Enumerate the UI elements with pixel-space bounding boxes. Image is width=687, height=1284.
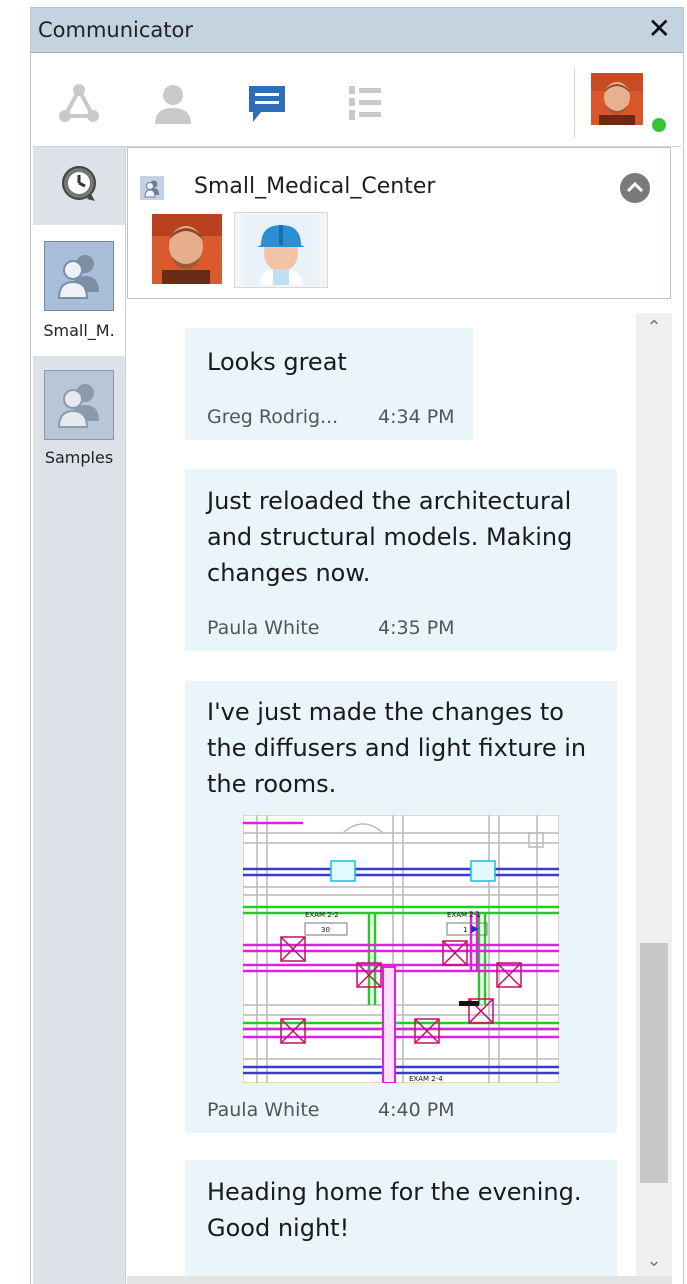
message-author: Paula White xyxy=(207,617,320,639)
conversation-tab-small-medical[interactable]: Small_M. xyxy=(33,225,125,356)
message-text: Heading home for the evening. Good night… xyxy=(207,1178,582,1242)
collapse-button[interactable] xyxy=(619,172,651,204)
message-bubble: Heading home for the evening. Good night… xyxy=(185,1160,617,1284)
scroll-thumb[interactable] xyxy=(640,943,668,1183)
conversation-sidebar: Small_M. Samples xyxy=(33,147,126,1284)
conversation-tab-samples[interactable]: Samples xyxy=(33,356,125,476)
scroll-up-button[interactable]: ⌃ xyxy=(636,317,672,347)
message-list[interactable]: Looks great Greg Rodrig... 4:34 PM Just … xyxy=(127,308,635,1284)
window-title: Communicator xyxy=(38,18,194,42)
room-label: EXAM 2-4 xyxy=(409,1075,443,1083)
message-time: 4:34 PM xyxy=(378,406,455,428)
chat-icon xyxy=(249,86,285,122)
message-author: Greg Rodrig... xyxy=(207,406,339,428)
group-avatar-icon xyxy=(44,370,114,440)
history-icon xyxy=(62,166,96,201)
group-avatar-icon xyxy=(44,241,114,311)
message-author: Paula White xyxy=(207,1099,320,1121)
message-bubble: Just reloaded the architectural and stru… xyxy=(185,469,617,651)
participant-avatar-greg[interactable] xyxy=(152,214,222,284)
room-label: EXAM 2-1 xyxy=(447,911,481,919)
conversation-header: Small_Medical_Center xyxy=(127,147,671,299)
room-label: EXAM 2-2 xyxy=(305,911,339,919)
message-time: 4:40 PM xyxy=(378,1099,455,1121)
toolbar xyxy=(33,58,681,147)
tasks-tab[interactable] xyxy=(339,80,387,128)
conversation-label: Small_M. xyxy=(43,321,115,340)
room-number: 30 xyxy=(321,926,330,934)
participant-avatar-engineer[interactable] xyxy=(234,212,328,288)
conversation-name: Small_Medical_Center xyxy=(194,174,436,199)
history-button[interactable] xyxy=(33,147,125,222)
network-icon xyxy=(59,84,99,122)
floor-plan-attachment[interactable]: EXAM 2-2 EXAM 2-1 30 1 EXAM 2-4 xyxy=(243,815,559,1083)
close-button[interactable]: ✕ xyxy=(648,14,671,44)
title-bar: Communicator ✕ xyxy=(31,8,683,53)
presence-indicator xyxy=(650,116,668,134)
conversation-label: Samples xyxy=(44,448,114,467)
message-bubble: Looks great Greg Rodrig... 4:34 PM xyxy=(185,328,473,440)
chat-tab[interactable] xyxy=(243,80,291,128)
my-avatar[interactable] xyxy=(591,73,643,125)
room-number: 1 xyxy=(463,926,467,934)
message-bubble: I've just made the changes to the diffus… xyxy=(185,681,617,1133)
chevron-up-icon xyxy=(620,173,650,203)
communicator-panel: Communicator ✕ Small_M. Samples Small_Me… xyxy=(30,7,684,1284)
task-list-icon xyxy=(349,86,381,120)
message-text: I've just made the changes to the diffus… xyxy=(207,698,587,798)
vertical-scrollbar[interactable]: ⌃ ⌄ xyxy=(636,313,672,1284)
network-tab[interactable] xyxy=(55,80,103,128)
message-time: 4:35 PM xyxy=(378,617,455,639)
group-icon xyxy=(140,176,164,200)
toolbar-divider xyxy=(574,68,575,138)
message-text: Just reloaded the architectural and stru… xyxy=(207,487,573,587)
message-text: Looks great xyxy=(207,348,347,376)
contact-icon xyxy=(155,85,191,124)
contacts-tab[interactable] xyxy=(149,80,197,128)
